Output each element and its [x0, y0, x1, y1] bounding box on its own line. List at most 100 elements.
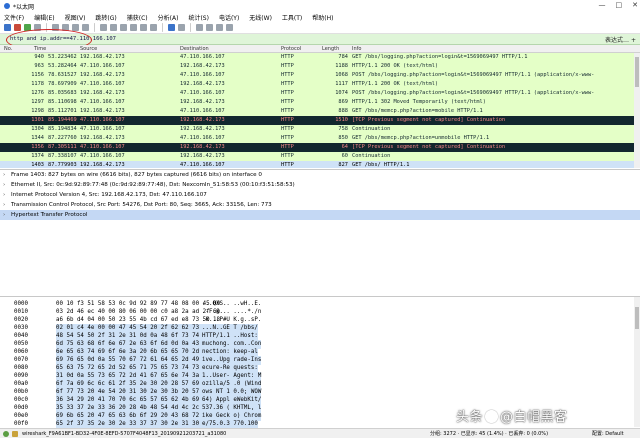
wireshark-icon: [4, 3, 10, 9]
autoscroll-icon[interactable]: [178, 24, 185, 31]
packet-cell-len: 827: [338, 162, 348, 168]
packet-cell-dst: 192.168.42.173: [180, 63, 225, 69]
packet-cell-len: 1074: [335, 90, 348, 96]
packet-row[interactable]: 1297 85.110698 47.110.166.107 192.168.42.17…: [0, 98, 640, 107]
zoom-out-icon[interactable]: [206, 24, 213, 31]
column-header-protocol[interactable]: Protocol: [281, 46, 301, 52]
menu-file[interactable]: 文件(F): [4, 13, 24, 22]
zoom-in-icon[interactable]: [196, 24, 203, 31]
detail-tree-label: Transmission Control Protocol, Src Port:…: [11, 202, 272, 208]
detail-tree-item[interactable]: › Internet Protocol Version 4, Src: 192.1…: [0, 190, 640, 200]
menu-go[interactable]: 跳转(G): [95, 13, 116, 22]
detail-tree-item[interactable]: › Transmission Control Protocol, Src Port…: [0, 200, 640, 210]
menu-tools[interactable]: 工具(T): [282, 13, 302, 22]
packet-cell-dst: 192.168.42.173: [180, 144, 225, 150]
menu-capture[interactable]: 捕获(C): [127, 13, 148, 22]
menu-statistics[interactable]: 统计(S): [188, 13, 209, 22]
packet-cell-info: Continuation: [352, 126, 391, 132]
packet-bytes-scrollbar[interactable]: [634, 297, 640, 427]
menu-analyze[interactable]: 分析(A): [158, 13, 179, 22]
packet-cell-time: 87.227760: [48, 135, 77, 141]
profile-label[interactable]: 配置: Default: [592, 429, 624, 438]
display-filter-input[interactable]: [10, 36, 590, 42]
window-controls: — □ ✕: [599, 1, 639, 9]
detail-tree-item[interactable]: › Hypertext Transfer Protocol: [0, 210, 640, 220]
column-header-length[interactable]: Length: [322, 46, 339, 52]
packet-row[interactable]: 1301 85.194469 47.110.166.107 192.168.42.17…: [0, 116, 640, 125]
packet-cell-src: 192.168.42.173: [80, 108, 125, 114]
column-header-source[interactable]: Source: [80, 46, 97, 52]
column-header-info[interactable]: Info: [352, 46, 361, 52]
packet-cell-no: 963: [34, 63, 44, 69]
packet-cell-proto: HTTP: [281, 90, 294, 96]
first-packet-icon[interactable]: [140, 24, 147, 31]
packet-cell-len: 64: [341, 144, 348, 150]
go-to-packet-icon[interactable]: [130, 24, 137, 31]
packet-cell-len: 850: [338, 135, 348, 141]
go-forward-icon[interactable]: [120, 24, 127, 31]
packet-cell-info: GET /bbs/ HTTP/1.1: [352, 162, 410, 168]
expand-arrow-icon[interactable]: ›: [3, 180, 11, 190]
packet-cell-proto: HTTP: [281, 135, 294, 141]
packet-row[interactable]: 963 53.282464 47.110.166.107 192.168.42.173…: [0, 62, 640, 71]
packet-cell-proto: HTTP: [281, 72, 294, 78]
packet-cell-dst: 192.168.42.173: [180, 126, 225, 132]
column-header-no[interactable]: No.: [4, 46, 12, 52]
packet-list-scroll-thumb[interactable]: [635, 57, 639, 87]
colorize-icon[interactable]: [168, 24, 175, 31]
packet-row[interactable]: 1403 87.779903 192.168.42.173 47.110.166.10…: [0, 161, 640, 168]
stop-capture-icon[interactable]: [14, 24, 21, 31]
packet-cell-len: 1510: [335, 117, 348, 123]
expand-arrow-icon[interactable]: ›: [3, 190, 11, 200]
packet-row[interactable]: 1298 85.112701 192.168.42.173 47.110.166.10…: [0, 107, 640, 116]
menu-edit[interactable]: 编辑(E): [34, 13, 54, 22]
detail-tree-item[interactable]: › Frame 1403: 827 bytes on wire (6616 bit…: [0, 170, 640, 180]
add-filter-button[interactable]: +: [631, 37, 636, 44]
resize-columns-icon[interactable]: [226, 24, 233, 31]
packet-cell-len: 1117: [335, 81, 348, 87]
packet-bytes-scroll-thumb[interactable]: [635, 307, 639, 329]
close-button[interactable]: ✕: [632, 1, 638, 9]
detail-tree-label: Ethernet II, Src: 0c:9d:92:89:77:48 (0c:…: [11, 182, 295, 188]
packet-row[interactable]: 940 53.223462 192.168.42.173 47.110.166.107…: [0, 53, 640, 62]
packet-row[interactable]: 1178 78.697909 47.110.166.107 192.168.42.17…: [0, 80, 640, 89]
packet-row[interactable]: 1156 78.631527 192.168.42.173 47.110.166.10…: [0, 71, 640, 80]
find-packet-icon[interactable]: [100, 24, 107, 31]
expert-info-icon[interactable]: [12, 431, 18, 437]
menu-bar: 文件(F) 编辑(E) 视图(V) 跳转(G) 捕获(C) 分析(A) 统计(S…: [0, 12, 640, 22]
window-title: *以太网: [13, 3, 35, 11]
column-header-destination[interactable]: Destination: [180, 46, 209, 52]
normal-size-icon[interactable]: [216, 24, 223, 31]
packet-cell-no: 1374: [31, 153, 44, 159]
packet-row[interactable]: 1374 87.338107 47.110.166.107 192.168.42.17…: [0, 152, 640, 161]
packet-cell-no: 1304: [31, 126, 44, 132]
maximize-button[interactable]: □: [616, 1, 623, 9]
go-back-icon[interactable]: [110, 24, 117, 31]
menu-view[interactable]: 视图(V): [65, 13, 86, 22]
menu-help[interactable]: 帮助(H): [312, 13, 333, 22]
packet-cell-src: 192.168.42.173: [80, 72, 125, 78]
toolbar-separator: [190, 23, 191, 32]
packet-row[interactable]: 1304 85.194834 47.110.166.107 192.168.42.17…: [0, 125, 640, 134]
packet-row[interactable]: 1356 87.305111 47.110.166.107 192.168.42.17…: [0, 143, 640, 152]
filter-expression-button[interactable]: 表达式… +: [605, 35, 636, 44]
menu-telephony[interactable]: 电话(Y): [219, 13, 239, 22]
packet-cell-len: 784: [338, 54, 348, 60]
packet-cell-dst: 192.168.42.173: [180, 99, 225, 105]
expand-arrow-icon[interactable]: ›: [3, 200, 11, 210]
packet-cell-time: 87.779903: [48, 162, 77, 168]
packet-row[interactable]: 1344 87.227760 192.168.42.173 47.110.166.10…: [0, 134, 640, 143]
expand-arrow-icon[interactable]: ›: [3, 210, 11, 220]
column-header-time[interactable]: Time: [34, 46, 46, 52]
last-packet-icon[interactable]: [150, 24, 157, 31]
menu-wireless[interactable]: 无线(W): [249, 13, 272, 22]
minimize-button[interactable]: —: [599, 1, 606, 9]
toolbar-separator: [162, 23, 163, 32]
detail-tree-item[interactable]: › Ethernet II, Src: 0c:9d:92:89:77:48 (0c…: [0, 180, 640, 190]
expand-arrow-icon[interactable]: ›: [3, 170, 11, 180]
shark-fin-start-icon[interactable]: [4, 24, 11, 31]
packet-details-pane: › Frame 1403: 827 bytes on wire (6616 bit…: [0, 169, 640, 296]
packet-list-scrollbar[interactable]: [634, 53, 640, 168]
packet-row[interactable]: 1276 85.035683 192.168.42.173 47.110.166.10…: [0, 89, 640, 98]
reload-icon[interactable]: [82, 24, 89, 31]
